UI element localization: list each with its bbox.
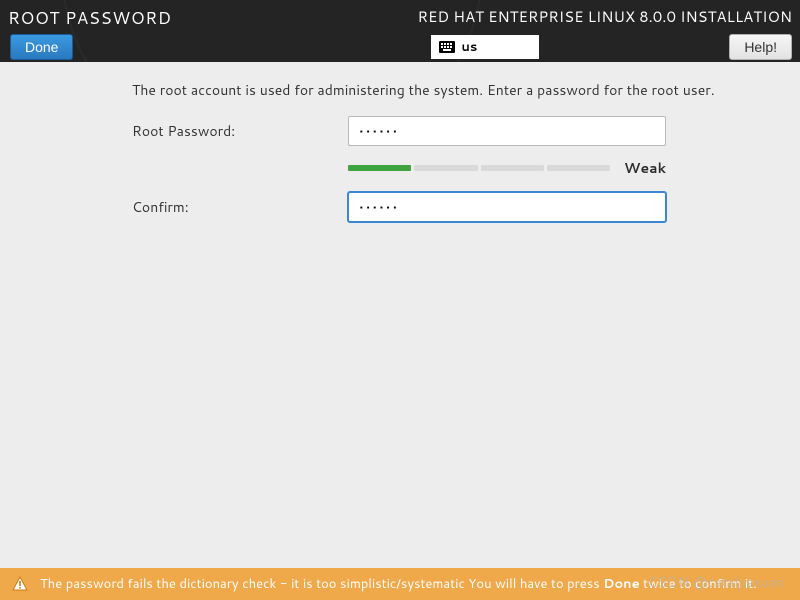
header: ROOT PASSWORD RED HAT ENTERPRISE LINUX 8… xyxy=(0,0,800,62)
content-area: The root account is used for administeri… xyxy=(0,62,800,222)
strength-row: Weak xyxy=(348,158,776,178)
root-password-label: Root Password: xyxy=(132,121,348,141)
strength-fill xyxy=(348,165,411,171)
strength-segment xyxy=(481,165,544,171)
installer-title: RED HAT ENTERPRISE LINUX 8.0.0 INSTALLAT… xyxy=(417,6,792,27)
page-title: ROOT PASSWORD xyxy=(8,6,172,30)
strength-segment xyxy=(414,165,477,171)
warning-text-bold: Done xyxy=(603,575,639,593)
warning-icon xyxy=(12,576,28,592)
confirm-label: Confirm: xyxy=(132,197,348,217)
warning-bar: The password fails the dictionary check … xyxy=(0,568,800,600)
keyboard-layout-indicator[interactable]: us xyxy=(431,35,539,59)
strength-meter xyxy=(348,165,610,171)
root-password-input[interactable] xyxy=(348,116,666,146)
strength-segment xyxy=(348,165,411,171)
root-password-row: Root Password: xyxy=(132,116,776,146)
keyboard-icon xyxy=(439,41,455,53)
keyboard-layout-label: us xyxy=(461,38,477,56)
instruction-text: The root account is used for administeri… xyxy=(132,80,776,100)
strength-segment xyxy=(547,165,610,171)
help-button[interactable]: Help! xyxy=(729,34,792,60)
strength-label: Weak xyxy=(624,158,666,178)
warning-text-before: The password fails the dictionary check … xyxy=(40,575,603,593)
warning-text-after: twice to confirm it. xyxy=(640,575,757,593)
confirm-row: Confirm: xyxy=(132,192,776,222)
done-button[interactable]: Done xyxy=(10,34,73,60)
confirm-password-input[interactable] xyxy=(348,192,666,222)
warning-text: The password fails the dictionary check … xyxy=(40,575,757,593)
